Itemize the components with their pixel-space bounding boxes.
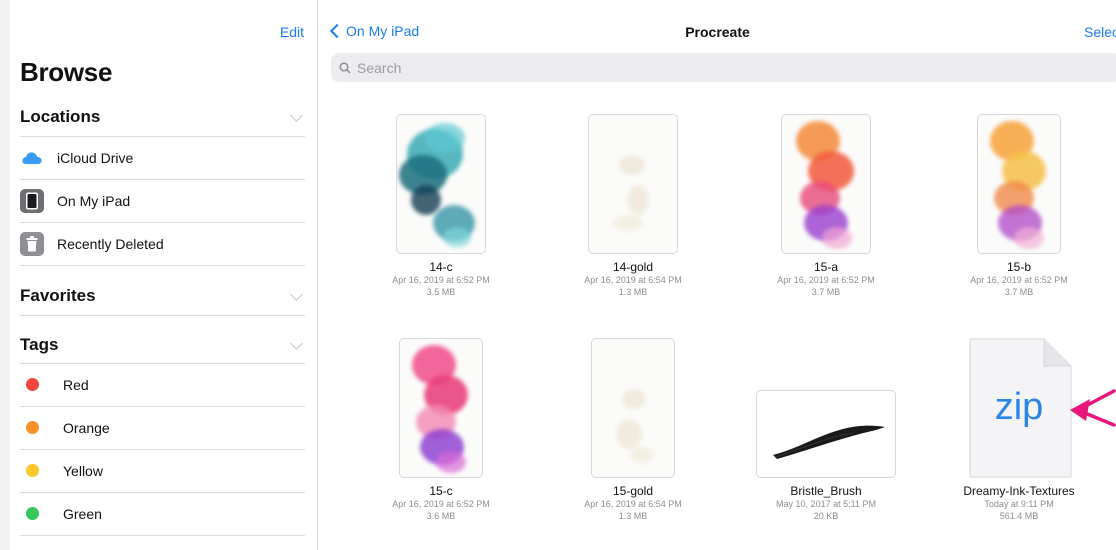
file-thumbnail [588,114,678,254]
favorites-section-header[interactable]: Favorites [20,278,305,314]
sidebar-item-tag-green[interactable]: Green [20,492,305,535]
yellow-tag-dot-icon [26,464,39,477]
file-name: 15-c [429,484,453,498]
file-size: 1.3 MB [618,287,648,297]
file-name: Dreamy-Ink-Textures [963,484,1075,498]
sidebar-item-label: Green [63,505,102,522]
annotation-arrow-icon [1070,389,1116,427]
file-size: 3.5 MB [426,287,456,297]
chevron-down-icon [290,336,303,350]
sidebar-item-on-my-ipad[interactable]: On My iPad [20,179,305,222]
trash-icon [20,231,44,256]
chevron-down-icon [290,287,303,301]
sidebar-item-icloud-drive[interactable]: iCloud Drive [20,136,305,179]
file-item-15-a[interactable]: 15-a Apr 16, 2019 at 6:52 PM 3.7 MB [762,114,890,298]
file-item-14-gold[interactable]: 14-gold Apr 16, 2019 at 6:54 PM 1.3 MB [569,114,697,298]
file-date: Apr 16, 2019 at 6:54 PM [584,499,682,509]
file-item-bristle-brush[interactable]: Bristle_Brush May 10, 2017 at 5:11 PM 20… [745,390,907,522]
file-browser: On My iPad Procreate Select 14-c Apr 16,… [319,0,1116,550]
favorites-header-label: Favorites [20,286,96,305]
divider [20,315,305,316]
select-button[interactable]: Select [1084,24,1116,40]
file-date: Apr 16, 2019 at 6:52 PM [392,499,490,509]
divider [20,535,305,536]
file-thumbnail [396,114,486,254]
folder-title: Procreate [685,24,750,40]
file-thumbnail [399,338,483,478]
file-item-15-gold[interactable]: 15-gold Apr 16, 2019 at 6:54 PM 1.3 MB [569,338,697,522]
file-item-15-c[interactable]: 15-c Apr 16, 2019 at 6:52 PM 3.6 MB [377,338,505,522]
sidebar-edge [0,0,10,550]
icloud-icon [20,146,44,170]
file-name: Bristle_Brush [790,484,862,498]
orange-tag-dot-icon [26,421,39,434]
brush-stroke-icon [773,425,885,459]
file-size: 561.4 MB [999,511,1039,521]
search-icon [339,61,351,74]
sidebar-item-tag-yellow[interactable]: Yellow [20,449,305,492]
sidebar: Edit Browse Locations iCloud Drive On My… [0,0,318,550]
divider [20,265,305,266]
chevron-down-icon [290,108,303,122]
sidebar-item-tag-red[interactable]: Red [20,363,305,406]
file-thumbnail [591,338,675,478]
file-thumbnail [781,114,871,254]
file-thumbnail [977,114,1061,254]
sidebar-item-label: Yellow [63,462,103,479]
sidebar-item-label: iCloud Drive [57,149,134,166]
locations-section-header[interactable]: Locations [20,99,305,135]
file-item-14-c[interactable]: 14-c Apr 16, 2019 at 6:52 PM 3.5 MB [377,114,505,298]
file-size: 3.7 MB [811,287,841,297]
file-size: 20 KB [813,511,839,521]
file-date: Apr 16, 2019 at 6:52 PM [970,275,1068,285]
file-date: Apr 16, 2019 at 6:54 PM [584,275,682,285]
file-name: 15-gold [612,484,654,498]
file-date: Today at 9:11 PM [984,499,1054,509]
sidebar-item-recently-deleted[interactable]: Recently Deleted [20,222,305,265]
file-item-15-b[interactable]: 15-b Apr 16, 2019 at 6:52 PM 3.7 MB [955,114,1083,298]
edit-button[interactable]: Edit [280,24,304,40]
red-tag-dot-icon [26,378,39,391]
search-input[interactable] [357,59,757,76]
file-name: 15-a [813,260,839,274]
page-title: Browse [20,57,113,87]
file-size: 3.6 MB [426,511,456,521]
sidebar-item-label: Recently Deleted [57,235,164,252]
zip-file-icon: zip [966,338,1072,478]
file-date: Apr 16, 2019 at 6:52 PM [777,275,875,285]
file-name: 15-b [1006,260,1032,274]
sidebar-item-label: Orange [63,419,110,436]
file-size: 1.3 MB [618,511,648,521]
file-size: 3.7 MB [1004,287,1034,297]
file-thumbnail [756,390,896,478]
sidebar-item-label: Red [63,376,89,393]
tags-section-header[interactable]: Tags [20,327,305,363]
ipad-icon [20,188,44,213]
file-name: 14-gold [612,260,654,274]
file-name: 14-c [429,260,453,274]
sidebar-item-tag-orange[interactable]: Orange [20,406,305,449]
file-date: May 10, 2017 at 5:11 PM [776,499,876,509]
search-bar[interactable] [331,53,1116,82]
locations-header-label: Locations [20,107,101,126]
file-date: Apr 16, 2019 at 6:52 PM [392,275,490,285]
tags-header-label: Tags [20,335,59,354]
sidebar-item-label: On My iPad [57,192,131,209]
zip-badge: zip [994,386,1044,428]
green-tag-dot-icon [26,507,39,520]
